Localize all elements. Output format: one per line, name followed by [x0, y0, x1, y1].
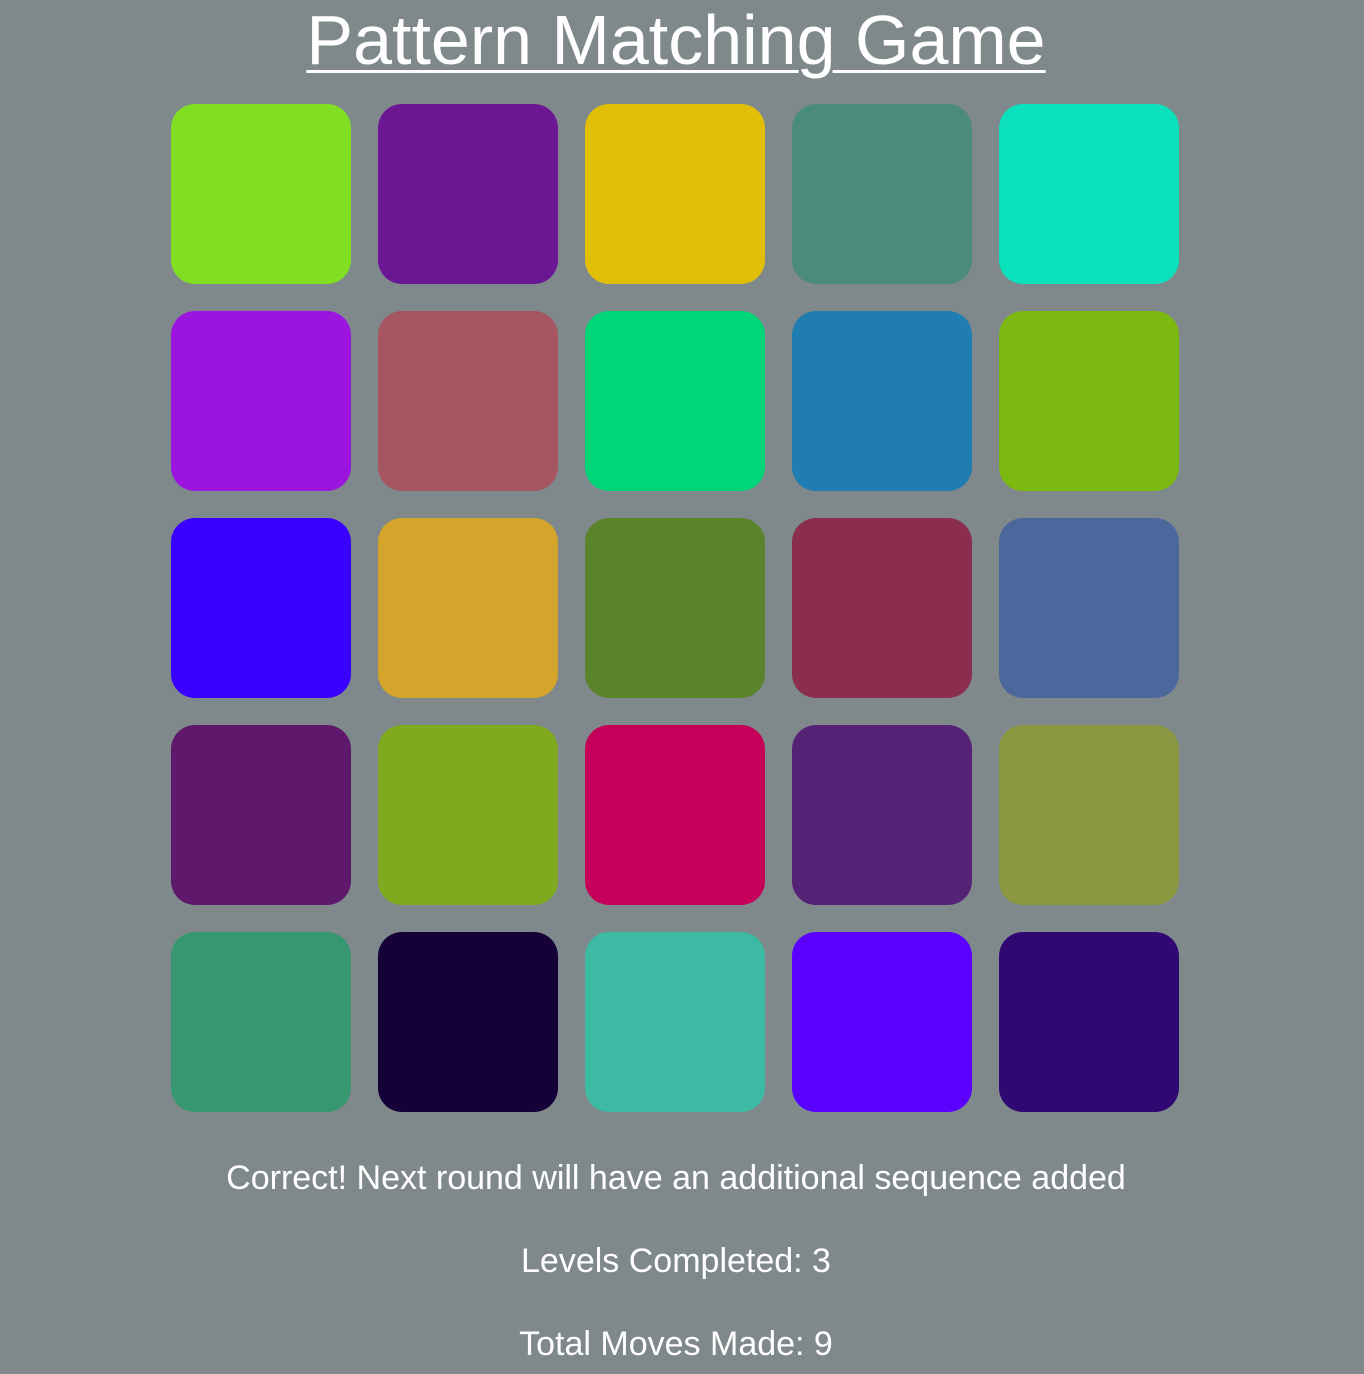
color-tile[interactable] [378, 311, 558, 491]
levels-completed: Levels Completed: 3 [521, 1242, 831, 1280]
color-tile[interactable] [999, 725, 1179, 905]
game-page: Pattern Matching Game Correct! Next roun… [0, 0, 1364, 1374]
color-tile[interactable] [999, 932, 1179, 1112]
color-tile[interactable] [378, 518, 558, 698]
color-tile[interactable] [999, 311, 1179, 491]
status-message: Correct! Next round will have an additio… [226, 1159, 1126, 1197]
total-moves: Total Moves Made: 9 [519, 1325, 833, 1363]
color-tile[interactable] [792, 932, 972, 1112]
color-tile[interactable] [585, 311, 765, 491]
color-tile[interactable] [792, 725, 972, 905]
color-tile[interactable] [792, 104, 972, 284]
color-tile[interactable] [792, 518, 972, 698]
page-title: Pattern Matching Game [306, 1, 1046, 79]
color-tile[interactable] [171, 311, 351, 491]
color-tile[interactable] [792, 311, 972, 491]
color-tile[interactable] [585, 518, 765, 698]
color-tile[interactable] [378, 104, 558, 284]
color-tile[interactable] [378, 932, 558, 1112]
color-tile[interactable] [171, 104, 351, 284]
color-tile[interactable] [378, 725, 558, 905]
color-tile[interactable] [585, 104, 765, 284]
color-tile[interactable] [585, 932, 765, 1112]
color-tile[interactable] [171, 518, 351, 698]
tile-grid [171, 104, 1179, 1112]
color-tile[interactable] [171, 725, 351, 905]
color-tile[interactable] [999, 518, 1179, 698]
color-tile[interactable] [585, 725, 765, 905]
color-tile[interactable] [171, 932, 351, 1112]
color-tile[interactable] [999, 104, 1179, 284]
